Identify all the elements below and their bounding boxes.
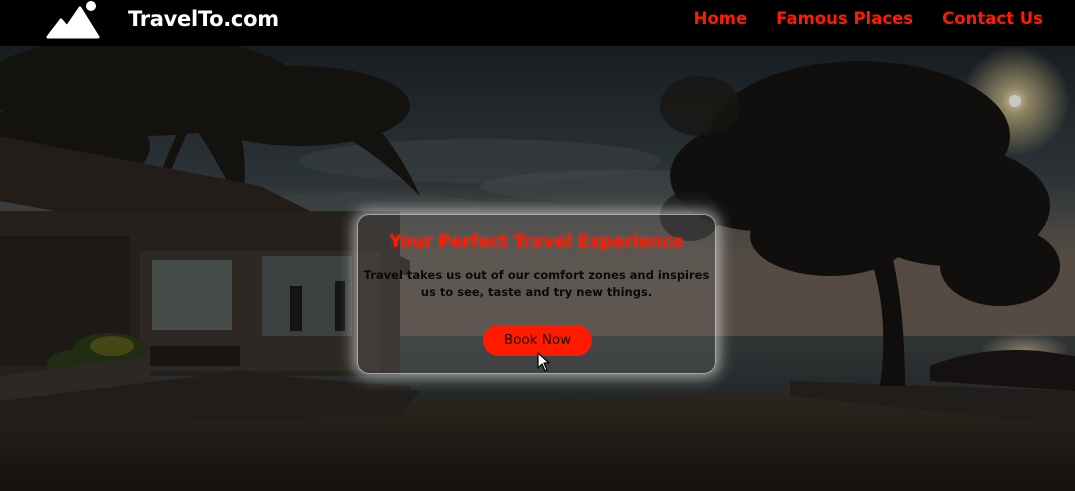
nav-links: Home Famous Places Contact Us (694, 8, 1043, 30)
hero-card-description: Travel takes us out of our comfort zones… (363, 268, 710, 299)
hero-card-title: Your Perfect Travel Experience (389, 232, 684, 252)
nav-contact-us-link[interactable]: Contact Us (942, 8, 1043, 30)
mountain-sun-icon[interactable] (46, 0, 102, 40)
mouse-pointer-icon (537, 352, 550, 372)
nav-famous-places-link[interactable]: Famous Places (776, 8, 913, 30)
hero-card: Your Perfect Travel Experience Travel ta… (357, 214, 716, 374)
navbar: TravelTo.com Home Famous Places Contact … (0, 0, 1075, 46)
nav-home-link[interactable]: Home (694, 8, 748, 30)
page: TravelTo.com Home Famous Places Contact … (0, 0, 1075, 491)
brand-logo-text[interactable]: TravelTo.com (128, 6, 279, 32)
